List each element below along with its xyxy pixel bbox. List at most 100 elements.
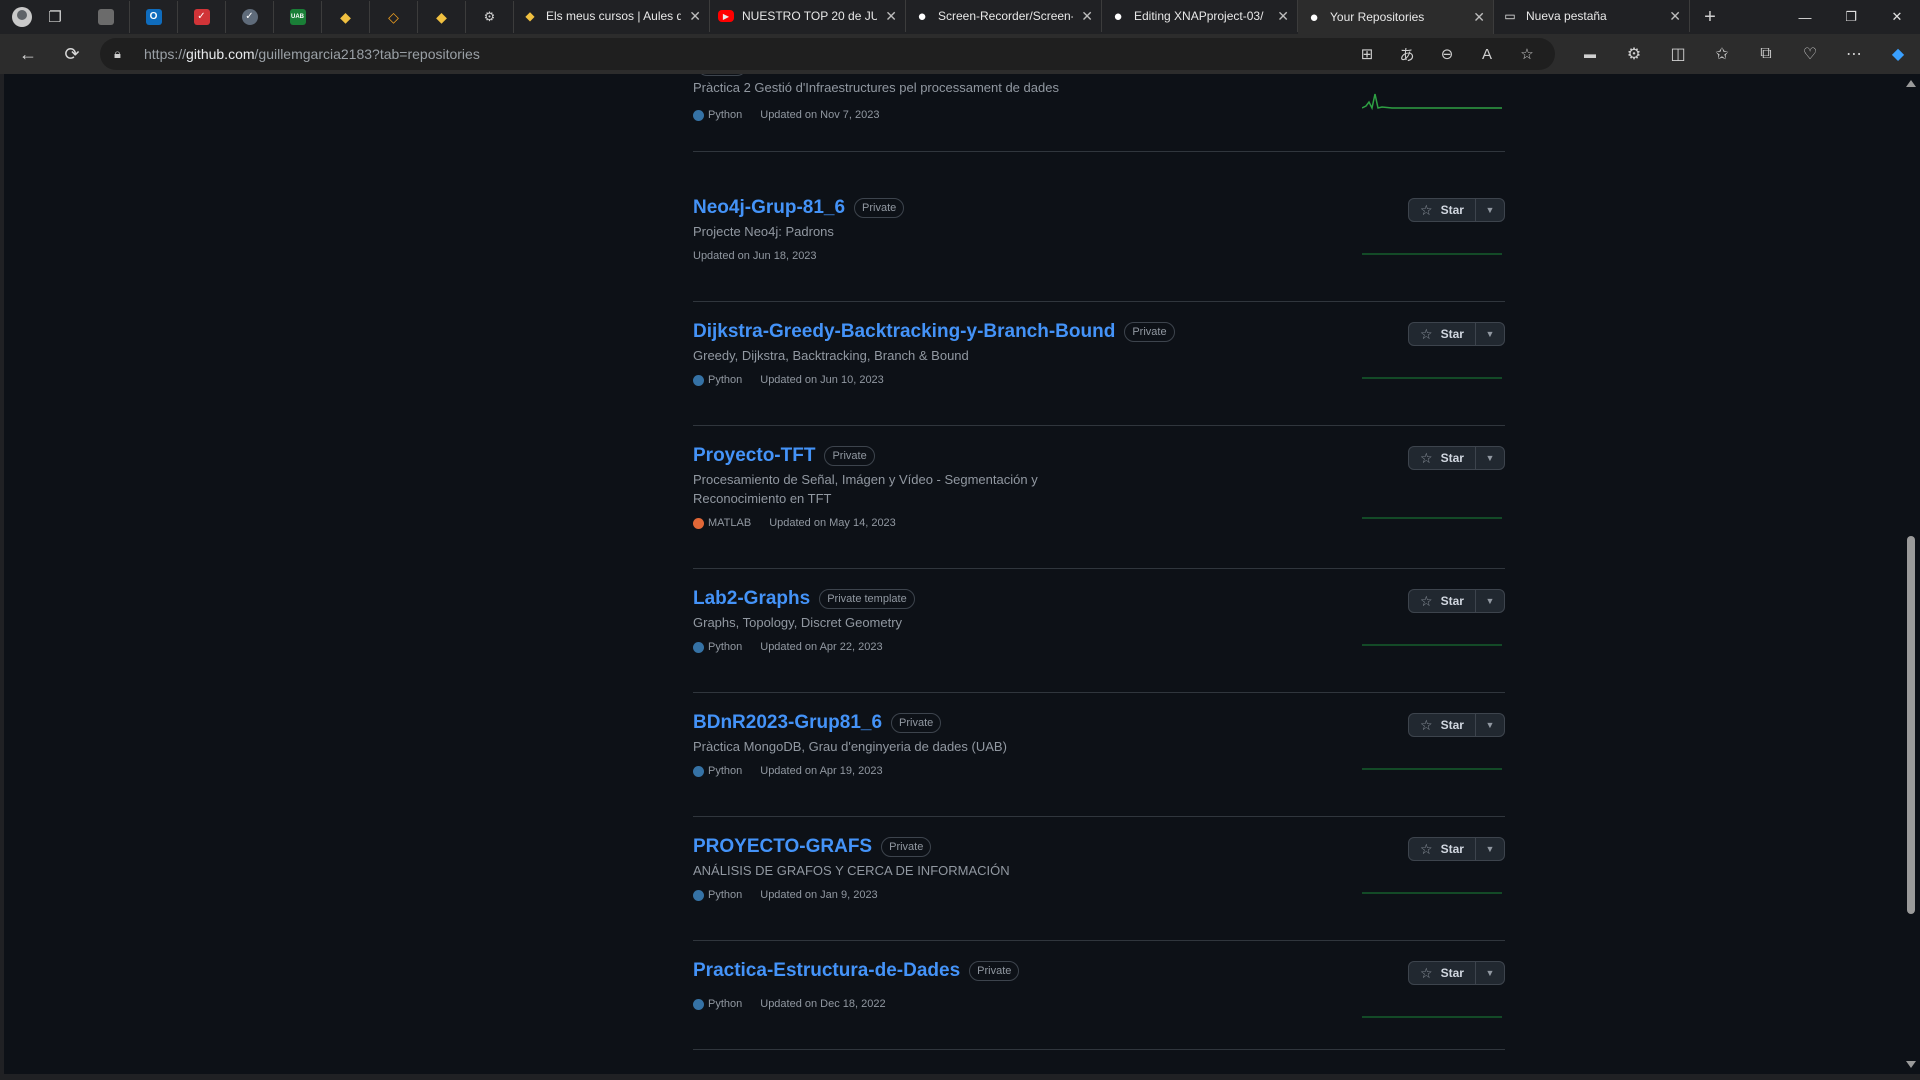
address-bar[interactable]: 🔒︎ https://github.com/guillemgarcia2183?…: [100, 38, 1555, 70]
profile-avatar-icon[interactable]: [6, 1, 38, 33]
pinned-tab[interactable]: ◇: [370, 1, 418, 33]
repo-name-link[interactable]: Lab2-Graphs: [693, 588, 810, 610]
star-button[interactable]: ☆ Star: [1409, 447, 1476, 469]
repo-list-item: Private Pràctica 2 Gestió d'Infraestructu…: [693, 74, 1505, 152]
back-icon[interactable]: ←: [6, 34, 50, 74]
visibility-badge: Private: [1124, 322, 1175, 342]
repo-list-item: BDnR2023-Grup81_6 Private Pràctica MongoDB…: [693, 693, 1505, 817]
browser-tab[interactable]: ▶ NUESTRO TOP 20 de JUG ✕: [710, 0, 906, 32]
star-button[interactable]: ☆ Star: [1409, 838, 1476, 860]
star-icon: ☆: [1420, 592, 1433, 609]
star-list-dropdown[interactable]: ▼: [1476, 590, 1504, 612]
star-label: Star: [1440, 594, 1464, 608]
page-scrollbar[interactable]: [1900, 74, 1920, 1074]
url-text[interactable]: https://github.com/guillemgarcia2183?tab…: [144, 46, 480, 62]
star-list-dropdown[interactable]: ▼: [1476, 447, 1504, 469]
repo-list-item: Proyecto-TFT Private Procesamiento de Seña…: [693, 426, 1505, 569]
language-name: MATLAB: [708, 517, 752, 529]
close-window-icon[interactable]: ✕: [1874, 0, 1920, 34]
pinned-tab[interactable]: [82, 1, 130, 33]
favorite-star-icon[interactable]: ☆: [1507, 45, 1547, 63]
browser-tab[interactable]: ◆ Els meus cursos | Aules de ✕: [514, 0, 710, 32]
refresh-icon[interactable]: ⟳: [50, 34, 94, 74]
youtube-icon: ▶: [718, 10, 734, 22]
star-list-dropdown[interactable]: ▼: [1476, 323, 1504, 345]
close-tab-icon[interactable]: ✕: [1669, 8, 1681, 25]
collections-icon[interactable]: ⧉: [1744, 45, 1788, 63]
language-color-dot: [693, 889, 704, 901]
close-tab-icon[interactable]: ✕: [1277, 8, 1289, 25]
repo-heading: PROYECTO-GRAFS Private: [693, 836, 932, 858]
scroll-down-arrow-icon[interactable]: [1906, 1061, 1916, 1068]
pinned-tab[interactable]: ◆: [322, 1, 370, 33]
repo-name-link[interactable]: Neo4j-Grup-81_6: [693, 197, 845, 219]
pinned-tab[interactable]: UAB: [274, 1, 322, 33]
star-list-dropdown[interactable]: ▼: [1476, 199, 1504, 221]
new-tab-button[interactable]: +: [1690, 1, 1730, 33]
more-options-icon[interactable]: ⋯: [1832, 44, 1876, 64]
repo-name-link[interactable]: Practica-Estructura-de-Dades: [693, 960, 960, 982]
moodle-icon-2: ◇: [388, 9, 399, 25]
translate-icon[interactable]: あ: [1387, 44, 1427, 65]
browser-tab[interactable]: ● Editing XNAPproject-03/ ✕: [1102, 0, 1298, 32]
browser-essentials-icon[interactable]: ♡: [1788, 44, 1832, 64]
scroll-up-arrow-icon[interactable]: [1906, 80, 1916, 87]
star-button[interactable]: ☆ Star: [1409, 714, 1476, 736]
repo-name-link[interactable]: Dijkstra-Greedy-Backtracking-y-Branch-Bo…: [693, 321, 1115, 343]
pinned-tab-icon-1: [97, 9, 114, 25]
star-list-dropdown[interactable]: ▼: [1476, 714, 1504, 736]
repo-name-link[interactable]: BDnR2023-Grup81_6: [693, 712, 882, 734]
browser-tab[interactable]: ● Your Repositories ✕: [1298, 0, 1494, 34]
repo-name-link[interactable]: PROYECTO-GRAFS: [693, 836, 872, 858]
pinned-tab[interactable]: ⚙: [466, 1, 514, 33]
star-label: Star: [1440, 327, 1464, 341]
pinned-tab[interactable]: O: [130, 1, 178, 33]
browser-tab[interactable]: ▭ Nueva pestaña ✕: [1494, 0, 1690, 32]
minimize-icon[interactable]: —: [1782, 0, 1828, 34]
pinned-tab[interactable]: ✓: [226, 1, 274, 33]
repo-heading: Proyecto-TFT Private: [693, 445, 875, 467]
zoom-out-icon[interactable]: ⊖: [1427, 45, 1467, 63]
chevron-down-icon: ▼: [1485, 596, 1495, 606]
restore-icon[interactable]: ❐: [1828, 0, 1874, 34]
scrollbar-thumb[interactable]: [1907, 536, 1915, 914]
star-list-dropdown[interactable]: ▼: [1476, 962, 1504, 984]
repo-description: Pràctica MongoDB, Grau d'enginyeria de d…: [693, 739, 1007, 754]
close-tab-icon[interactable]: ✕: [689, 8, 701, 25]
app-available-icon[interactable]: ⊞: [1347, 45, 1387, 63]
lock-icon[interactable]: 🔒︎: [114, 46, 144, 62]
page-viewport: Private Pràctica 2 Gestió d'Infraestructu…: [4, 74, 1900, 1074]
favorites-icon[interactable]: ✩: [1700, 44, 1744, 64]
repo-updated-date: Updated on Jun 18, 2023: [693, 250, 817, 262]
star-button[interactable]: ☆ Star: [1409, 590, 1476, 612]
copilot-icon[interactable]: ◆: [1876, 44, 1920, 64]
workspaces-icon[interactable]: ❐: [38, 1, 72, 33]
window-controls: — ❐ ✕: [1782, 0, 1920, 34]
repo-activity-sparkline: [1362, 1016, 1502, 1018]
read-aloud-icon[interactable]: A: [1467, 46, 1507, 63]
repo-language: Python: [693, 998, 742, 1010]
visibility-badge: Private: [854, 198, 905, 218]
pinned-tab[interactable]: ✓: [178, 1, 226, 33]
split-screen-icon[interactable]: ◫: [1656, 44, 1700, 64]
star-button[interactable]: ☆ Star: [1409, 199, 1476, 221]
star-button[interactable]: ☆ Star: [1409, 323, 1476, 345]
star-list-dropdown[interactable]: ▼: [1476, 838, 1504, 860]
close-tab-icon[interactable]: ✕: [885, 8, 897, 25]
repo-description: ANÁLISIS DE GRAFOS Y CERCA DE INFORMACIÓ…: [693, 863, 1010, 878]
extensions-icon[interactable]: ⚙: [1612, 44, 1656, 64]
repo-heading: Private: [693, 74, 748, 76]
browser-tab[interactable]: ● Screen-Recorder/Screen- ✕: [906, 0, 1102, 32]
repo-updated-date: Updated on Dec 18, 2022: [760, 998, 886, 1010]
tab-title: Nueva pestaña: [1526, 9, 1607, 23]
star-button[interactable]: ☆ Star: [1409, 962, 1476, 984]
extension-flag-icon[interactable]: ▬: [1568, 47, 1612, 61]
new-tab-page-icon: ▭: [1504, 9, 1516, 23]
close-tab-icon[interactable]: ✕: [1081, 8, 1093, 25]
repo-list-item: Dijkstra-Greedy-Backtracking-y-Branch-Bo…: [693, 302, 1505, 426]
pinned-tab[interactable]: ◆: [418, 1, 466, 33]
repo-name-link[interactable]: Proyecto-TFT: [693, 445, 815, 467]
chevron-down-icon: ▼: [1485, 453, 1495, 463]
close-tab-icon[interactable]: ✕: [1473, 9, 1485, 26]
moodle-icon: ◆: [525, 9, 535, 23]
